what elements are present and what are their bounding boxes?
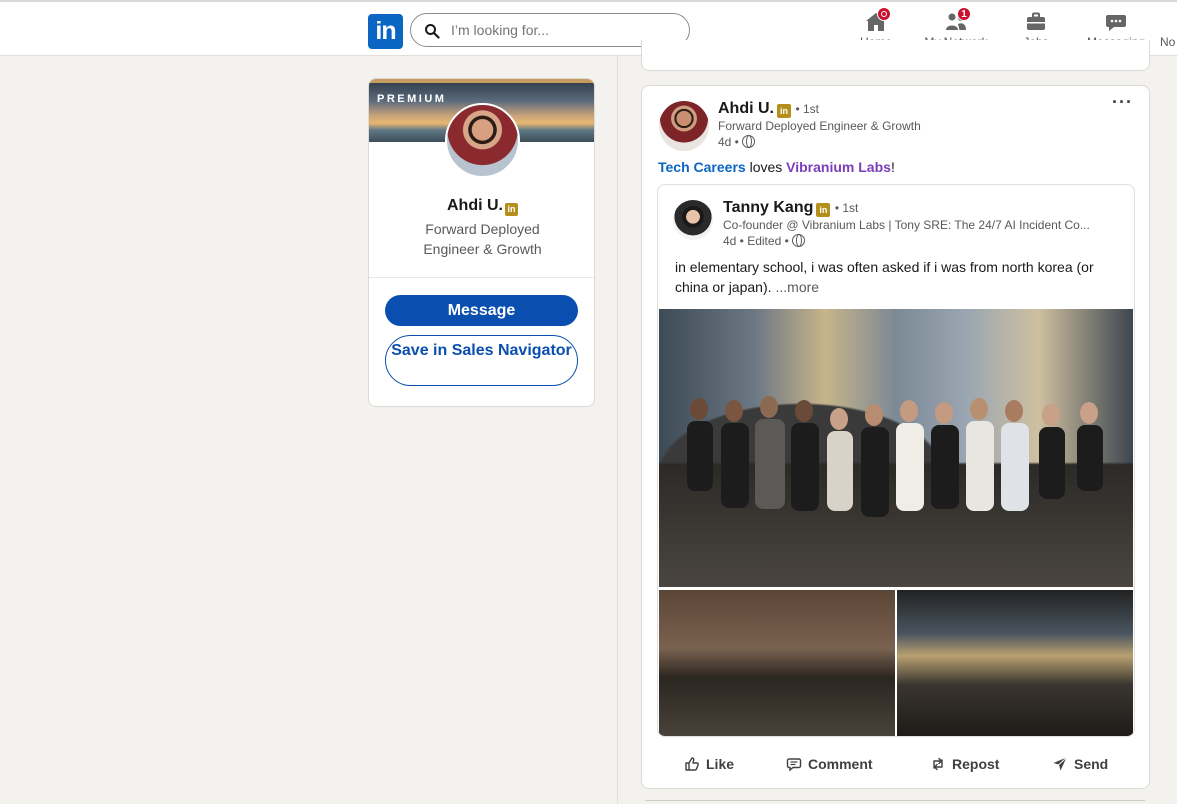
activity-end: ! <box>890 159 895 175</box>
network-badge: 1 <box>957 7 971 21</box>
activity-line: Tech Careers loves Vibranium Labs! <box>658 159 895 175</box>
reshared-meta: 4d • Edited • <box>723 234 805 248</box>
reshared-author-avatar[interactable] <box>673 200 713 240</box>
comment-label: Comment <box>808 756 873 772</box>
previous-post-card <box>641 40 1150 71</box>
message-icon <box>1104 10 1128 34</box>
post-author[interactable]: Ahdi U. <box>718 100 774 117</box>
like-icon <box>685 757 699 771</box>
activity-target-link[interactable]: Vibranium Labs <box>786 159 891 175</box>
comment-icon <box>786 758 802 772</box>
connection-degree: • 1st <box>795 102 819 116</box>
post-time: 4d • <box>718 135 739 149</box>
next-post-card <box>645 800 1145 804</box>
post-meta: 4d • <box>718 135 755 149</box>
send-label: Send <box>1074 756 1109 772</box>
save-in-sales-navigator-button[interactable]: Save in Sales Navigator <box>385 335 578 386</box>
premium-in-icon: in <box>777 104 791 118</box>
feed-post: Ahdi U. in • 1st Forward Deployed Enginee… <box>641 85 1150 789</box>
repost-icon <box>933 757 943 771</box>
connection-degree: • 1st <box>834 201 859 215</box>
post-body: in elementary school, i was often asked … <box>675 259 1094 295</box>
post-actions-bar: Like Comment Repost Send <box>642 744 1151 784</box>
globe-icon <box>791 234 805 247</box>
people-icon: 1 <box>944 7 971 34</box>
like-button[interactable]: Like <box>684 744 734 784</box>
repost-button[interactable]: Repost <box>930 744 999 784</box>
profile-headline: Forward Deployed Engineer & Growth <box>423 221 542 257</box>
repost-label: Repost <box>952 756 1000 772</box>
reshared-post[interactable]: Tanny Kang in • 1st Co-founder @ Vibraniu… <box>657 184 1135 737</box>
linkedin-logo[interactable]: in <box>368 14 403 49</box>
post-photo-3[interactable] <box>897 590 1133 736</box>
post-text: in elementary school, i was often asked … <box>675 257 1120 297</box>
send-button[interactable]: Send <box>1052 744 1108 784</box>
reshared-author-headline: Co-founder @ Vibranium Labs | Tony SRE: … <box>723 218 1090 232</box>
reshared-author-row[interactable]: Tanny Kang in • 1st <box>723 199 858 217</box>
author-avatar[interactable] <box>659 101 709 151</box>
group-photo-people <box>687 396 1103 517</box>
reshared-time: 4d • Edited • <box>723 234 789 248</box>
premium-in-icon: in <box>816 203 831 217</box>
premium-label: PREMIUM <box>377 93 447 105</box>
more-options-icon[interactable]: ··· <box>1112 92 1133 113</box>
post-photo-main[interactable] <box>659 309 1133 587</box>
see-more-link[interactable]: ...more <box>776 279 820 295</box>
avatar[interactable] <box>445 103 520 178</box>
feed-divider <box>617 56 618 804</box>
profile-name[interactable]: Ahdi U. <box>447 197 503 214</box>
message-button[interactable]: Message <box>385 295 578 326</box>
profile-name-row[interactable]: Ahdi U. in <box>369 197 594 216</box>
premium-in-icon: in <box>505 203 518 216</box>
activity-actor-link[interactable]: Tech Careers <box>658 159 746 175</box>
post-author-headline: Forward Deployed Engineer & Growth <box>718 119 921 133</box>
search-icon <box>425 24 440 39</box>
comment-button[interactable]: Comment <box>786 744 873 784</box>
search-input[interactable] <box>451 19 681 41</box>
home-icon <box>864 7 891 34</box>
divider <box>369 277 594 278</box>
nav-notifications-label[interactable]: No <box>1160 35 1175 49</box>
activity-verb: loves <box>745 159 787 175</box>
globe-icon <box>741 135 755 148</box>
notification-dot <box>877 7 891 21</box>
post-author-row[interactable]: Ahdi U. in • 1st <box>718 100 819 118</box>
reshared-author[interactable]: Tanny Kang <box>723 199 813 216</box>
send-icon <box>1053 757 1067 771</box>
briefcase-icon <box>1024 10 1048 34</box>
like-label: Like <box>706 756 735 772</box>
profile-card: PREMIUM Ahdi U. in Forward Deployed Engin… <box>368 78 595 407</box>
post-photo-2[interactable] <box>659 590 895 736</box>
